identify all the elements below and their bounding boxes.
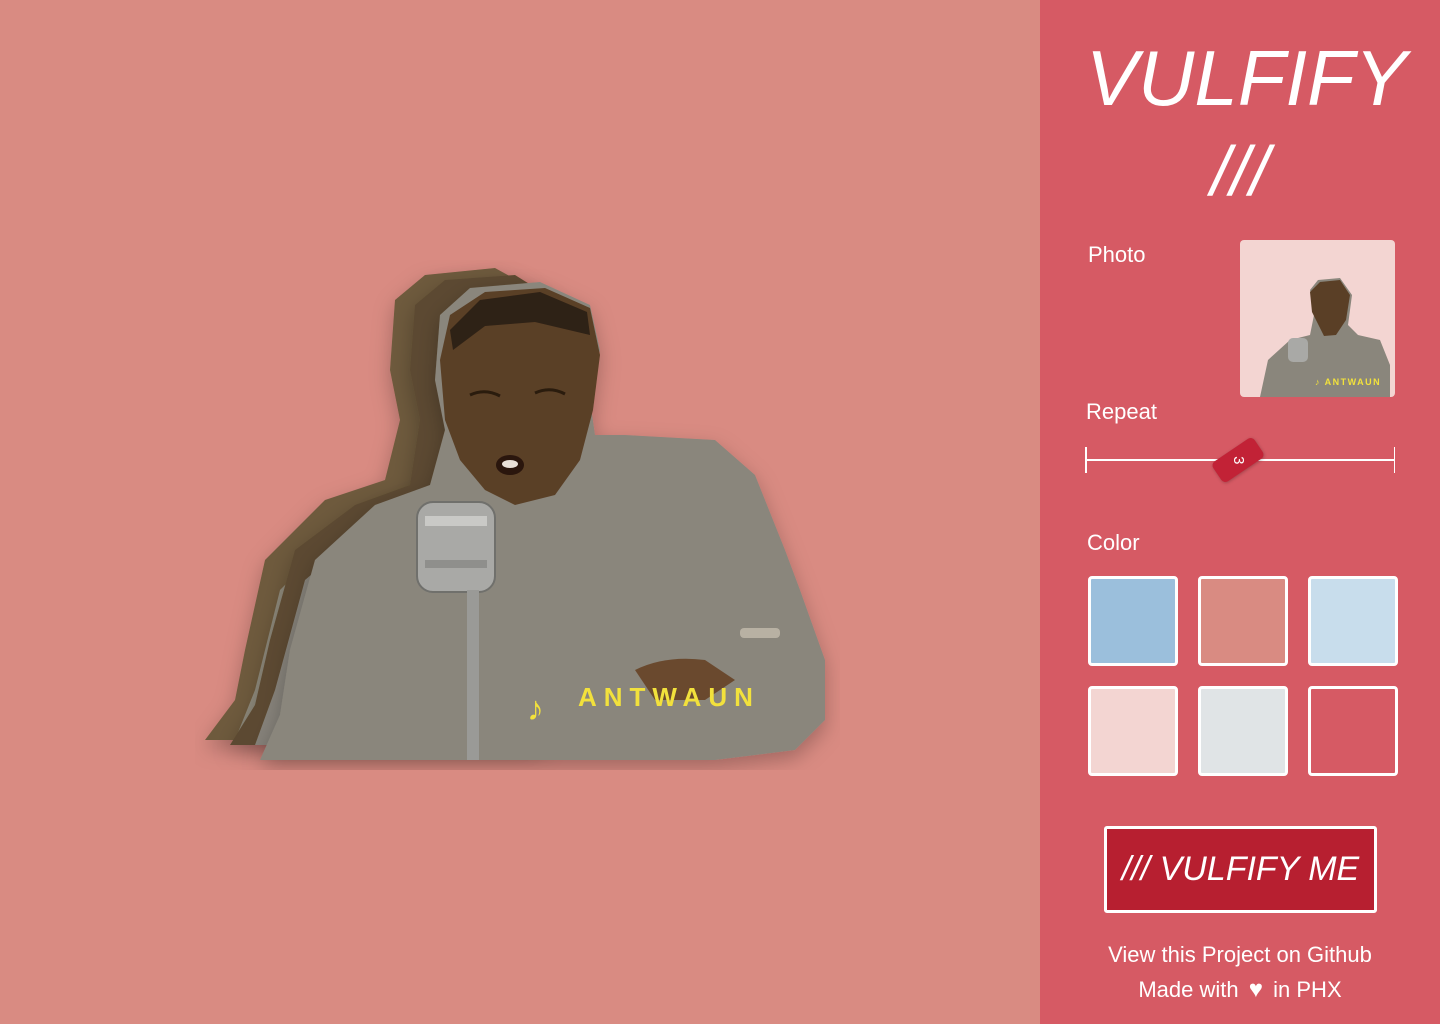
made-with-credit: Made with ♥ in PHX [1040,976,1440,1004]
vulfified-photo: ♪ ANTWAUN [195,260,840,770]
slider-tick-max [1393,447,1395,473]
slider-tick-min [1085,447,1087,473]
heart-icon: ♥ [1248,976,1264,1003]
photo-thumbnail-image: ♪ ANTWAUN [1240,240,1395,397]
app-title-slashes: /// [1210,132,1270,210]
color-label: Color [1087,530,1140,555]
preview-canvas: ♪ ANTWAUN [0,0,1040,1024]
music-note-icon: ♪ [527,690,544,728]
vulfify-me-button[interactable]: /// VULFIFY ME [1104,826,1377,913]
color-swatch-light-blue[interactable] [1308,576,1398,666]
app-title: VULFIFY [1086,34,1407,122]
slider-value: 3 [1229,455,1247,465]
github-link[interactable]: View this Project on Github [1040,942,1440,968]
repeat-label: Repeat [1086,399,1157,424]
photo-caption: ANTWAUN [578,682,760,712]
color-swatch-pink[interactable] [1088,686,1178,776]
photo-upload-thumbnail[interactable]: ♪ ANTWAUN [1240,240,1395,397]
repeat-slider[interactable]: 3 [1085,436,1395,484]
color-swatch-blue[interactable] [1088,576,1178,666]
made-with-suffix: in PHX [1273,977,1342,1002]
photo-label: Photo [1088,242,1146,267]
color-swatch-gray[interactable] [1198,686,1288,776]
color-swatch-red[interactable] [1308,686,1398,776]
svg-text:♪ ANTWAUN: ♪ ANTWAUN [1315,377,1381,387]
made-with-prefix: Made with [1138,977,1239,1002]
color-swatch-salmon[interactable] [1198,576,1288,666]
